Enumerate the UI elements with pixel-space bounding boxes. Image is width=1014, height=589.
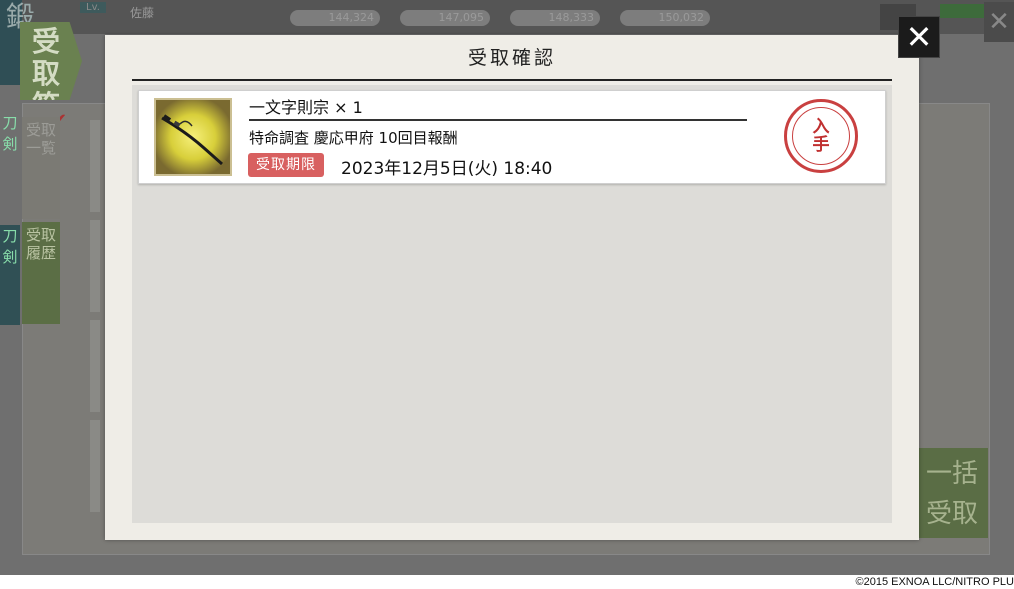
bulk-receive-button[interactable]: 一括受取 bbox=[918, 448, 988, 538]
copyright-text: ©2015 EXNOA LLC/NITRO PLU bbox=[855, 576, 1014, 588]
item-list: 一文字則宗 × 1 特命調査 慶応甲府 10回目報酬 受取期限 2023年12月… bbox=[132, 85, 892, 523]
tab-received-history[interactable]: 受取履歴 bbox=[22, 222, 60, 324]
background-close-button[interactable]: ✕ bbox=[984, 2, 1014, 42]
left-stub: 刀剣 bbox=[0, 225, 20, 325]
list-item: 一文字則宗 × 1 特命調査 慶応甲府 10回目報酬 受取期限 2023年12月… bbox=[138, 90, 886, 184]
list-row-edge bbox=[90, 420, 100, 512]
left-stub: 刀剣 bbox=[0, 112, 20, 217]
stamp-text: 入手 bbox=[793, 118, 849, 154]
stamp-char: 手 bbox=[812, 135, 830, 155]
resource-counter: 144,324 bbox=[290, 10, 380, 26]
receive-confirm-dialog: 受取確認 一文字則宗 × 1 特命調査 慶応甲府 10回目報酬 受取期限 202… bbox=[105, 35, 919, 540]
resource-counter: 148,333 bbox=[510, 10, 600, 26]
close-button[interactable]: ✕ bbox=[898, 16, 940, 58]
player-name: 佐藤 bbox=[130, 6, 155, 20]
stamp-char: 入 bbox=[812, 117, 830, 137]
item-name: 一文字則宗 × 1 bbox=[249, 98, 363, 117]
deadline-badge: 受取期限 bbox=[248, 153, 324, 177]
close-icon: ✕ bbox=[905, 18, 933, 56]
item-source: 特命調査 慶応甲府 10回目報酬 bbox=[249, 129, 458, 147]
obtained-stamp: 入手 bbox=[784, 99, 858, 173]
sword-icon bbox=[154, 98, 232, 176]
stamp-inner-ring: 入手 bbox=[792, 107, 850, 165]
resource-counter: 147,095 bbox=[400, 10, 490, 26]
tab-received-list[interactable]: 受取一覧 bbox=[22, 117, 60, 219]
screen-title-block: 鍛 bbox=[0, 0, 34, 85]
level-label: Lv. bbox=[80, 2, 106, 13]
item-name-underline bbox=[249, 119, 747, 121]
dialog-title: 受取確認 bbox=[467, 47, 556, 69]
deadline-date: 2023年12月5日(火) 18:40 bbox=[341, 159, 553, 179]
page-tab: 受取箱 bbox=[20, 22, 82, 100]
resource-counter: 150,032 bbox=[620, 10, 710, 26]
list-row-edge bbox=[90, 120, 100, 212]
list-row-edge bbox=[90, 320, 100, 412]
list-row-edge bbox=[90, 220, 100, 312]
status-strip bbox=[940, 4, 984, 18]
title-divider bbox=[132, 79, 892, 81]
